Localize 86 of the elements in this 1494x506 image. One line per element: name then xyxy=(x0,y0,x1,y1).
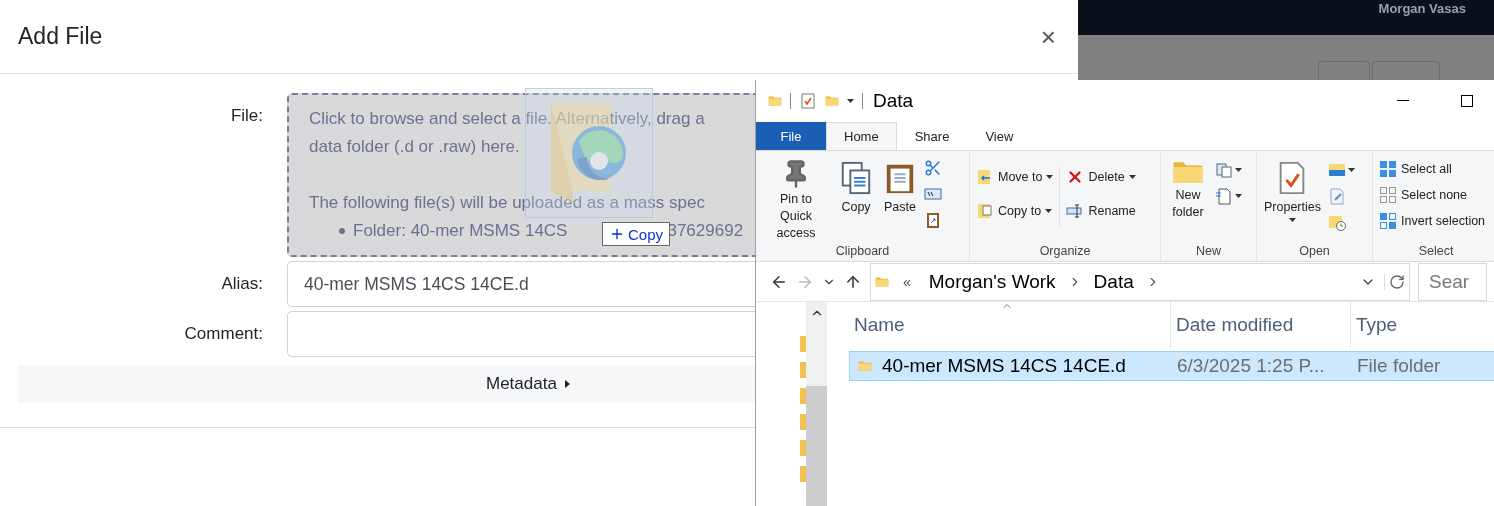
user-name[interactable]: Morgan Vasas xyxy=(1378,1,1466,16)
new-item-icon xyxy=(1215,161,1233,179)
ribbon-button[interactable]: Properties xyxy=(1261,157,1324,244)
field-label: Alias: xyxy=(220,274,263,294)
file-row[interactable]: 40-mer MSMS 14CS 14CE.d 6/3/2025 1:25 P... File folder xyxy=(849,351,1494,381)
group-label: Organize xyxy=(1038,244,1092,260)
folder-icon xyxy=(858,360,872,372)
file-item: Folder: 40-mer MSMS 14CS xyxy=(353,220,568,242)
file-menu-tab[interactable]: File xyxy=(756,122,826,150)
bullet-icon xyxy=(339,228,345,234)
folder-icon xyxy=(800,466,806,482)
history-icon xyxy=(1328,213,1346,231)
plus-icon xyxy=(609,226,625,242)
breadcrumb[interactable]: Data xyxy=(1089,270,1138,293)
ribbon-button[interactable]: Invert selection xyxy=(1377,209,1488,233)
folder-icon xyxy=(768,95,782,107)
group-label: Select xyxy=(1417,244,1455,260)
minimize-icon xyxy=(1397,100,1409,102)
caret-icon xyxy=(1235,168,1242,172)
scrollbar[interactable] xyxy=(806,302,827,506)
maximize-icon xyxy=(1461,95,1473,107)
caret-icon xyxy=(1348,168,1355,172)
edit-icon xyxy=(1328,187,1346,205)
ribbon-tab[interactable]: Home xyxy=(826,122,897,150)
copy-icon xyxy=(839,159,873,197)
breadcrumb[interactable]: Morgan's Work xyxy=(924,270,1060,293)
rename-icon xyxy=(1066,202,1085,220)
column-header[interactable]: Date modified xyxy=(1171,302,1351,348)
folder-icon xyxy=(800,388,806,404)
folder-icon xyxy=(1172,159,1204,185)
overflow-marker[interactable]: « xyxy=(897,273,917,290)
ribbon-button[interactable]: Pin to Quick access xyxy=(760,157,832,244)
copy-path-icon xyxy=(924,185,942,203)
ribbon-button[interactable]: Rename xyxy=(1064,199,1138,223)
ribbon-button[interactable]: New folder xyxy=(1165,157,1211,244)
caret-icon xyxy=(1045,209,1053,213)
field-label: Comment: xyxy=(183,324,263,344)
folder-icon xyxy=(800,336,806,352)
folder-icon xyxy=(875,275,889,288)
dialog-title: Add File xyxy=(18,23,103,50)
caret-icon xyxy=(847,99,854,103)
ribbon-button[interactable]: Select all xyxy=(1377,157,1488,181)
date-modified: 6/3/2025 1:25 P... xyxy=(1177,355,1325,377)
group-label: Clipboard xyxy=(834,244,891,260)
instruction-text: Click to browse and select a file. Alternatively, drag a xyxy=(309,108,705,130)
folder-icon xyxy=(800,440,806,456)
caret-icon xyxy=(1128,175,1136,179)
ribbon-button[interactable]: Copy xyxy=(836,157,876,244)
paste-shortcut-icon xyxy=(924,211,942,229)
ribbon-button[interactable]: Copy to xyxy=(974,199,1056,223)
folder-icon xyxy=(825,95,839,107)
ribbon-button[interactable]: Delete xyxy=(1064,165,1138,189)
caret-icon xyxy=(1235,194,1242,198)
group-label: Open xyxy=(1298,244,1331,260)
folder-icon xyxy=(800,414,806,430)
ribbon-button[interactable]: Paste xyxy=(880,157,920,244)
ribbon-button[interactable]: Select none xyxy=(1377,183,1488,207)
instruction-text: data folder (.d or .raw) here. xyxy=(309,136,520,158)
column-header[interactable]: Name xyxy=(849,302,1171,348)
caret-icon xyxy=(1289,218,1296,222)
column-header[interactable]: Type xyxy=(1351,302,1494,348)
scroll-thumb[interactable] xyxy=(806,386,827,506)
select-none-icon xyxy=(1379,186,1397,204)
caret-icon xyxy=(1046,175,1054,179)
scissors-icon xyxy=(924,159,942,177)
open-folder-icon xyxy=(1328,161,1346,179)
search-field[interactable]: Sear xyxy=(1418,262,1487,301)
close-button[interactable]: × xyxy=(1036,23,1060,50)
file-type: File folder xyxy=(1357,355,1441,377)
badge-text: Copy xyxy=(628,225,664,243)
window-title: Data xyxy=(873,90,915,112)
properties-icon xyxy=(799,92,817,110)
copy-to-icon xyxy=(976,202,994,220)
file-name: 40-mer MSMS 14CS 14CE.d xyxy=(882,355,1126,377)
invert-selection-icon xyxy=(1379,212,1397,230)
address-bar[interactable]: « Morgan's Work Data xyxy=(870,262,1410,301)
folder-icon xyxy=(800,362,806,378)
select-all-icon xyxy=(1379,160,1397,178)
notice-text: The following file(s) will be uploaded as a mass spec xyxy=(309,192,705,214)
metadata-toggle[interactable]: Metadata xyxy=(18,365,755,403)
text-field[interactable]: 40-mer MSMS 14CS 14CE.d xyxy=(287,261,755,307)
field-label: File: xyxy=(229,105,263,126)
group-label: New xyxy=(1195,244,1222,260)
ribbon-button[interactable]: Move to xyxy=(974,165,1056,189)
file-item-suffix: 37629692 xyxy=(667,220,744,242)
text-field[interactable] xyxy=(287,311,755,357)
